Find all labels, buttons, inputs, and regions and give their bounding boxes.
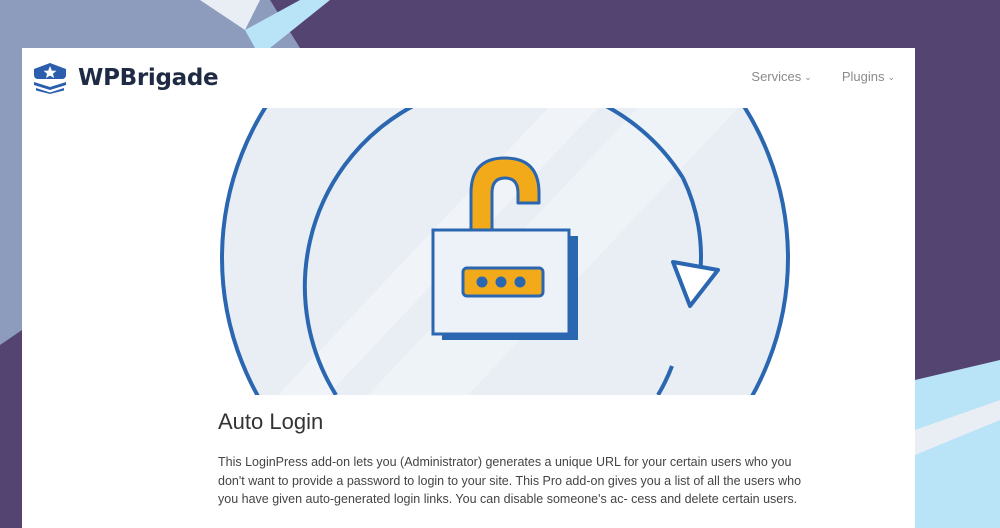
chevron-down-icon: ⌄: [887, 71, 895, 82]
hero-illustration: [218, 108, 792, 395]
chevron-down-icon: ⌄: [804, 71, 812, 82]
main-navigation: Services ⌄ Plugins ⌄: [751, 69, 895, 84]
shield-star-icon: [34, 63, 66, 94]
nav-item-plugins[interactable]: Plugins ⌄: [842, 69, 895, 84]
nav-item-services[interactable]: Services ⌄: [751, 69, 811, 84]
website-window: WPBrigade Services ⌄ Plugins ⌄ Auto Logi…: [22, 48, 915, 528]
article-description: This LoginPress add-on lets you (Adminis…: [218, 455, 802, 506]
brand-name: WPBrigade: [78, 65, 219, 91]
site-header: WPBrigade Services ⌄ Plugins ⌄: [22, 48, 915, 108]
nav-item-label: Plugins: [841, 69, 885, 84]
brand-logo[interactable]: WPBrigade: [32, 62, 219, 94]
unlocked-padlock-icon: [220, 108, 790, 395]
nav-item-label: Services: [751, 69, 802, 84]
article-content: Auto Login This LoginPress add-on lets y…: [218, 395, 818, 509]
article-title: Auto Login: [218, 409, 324, 434]
